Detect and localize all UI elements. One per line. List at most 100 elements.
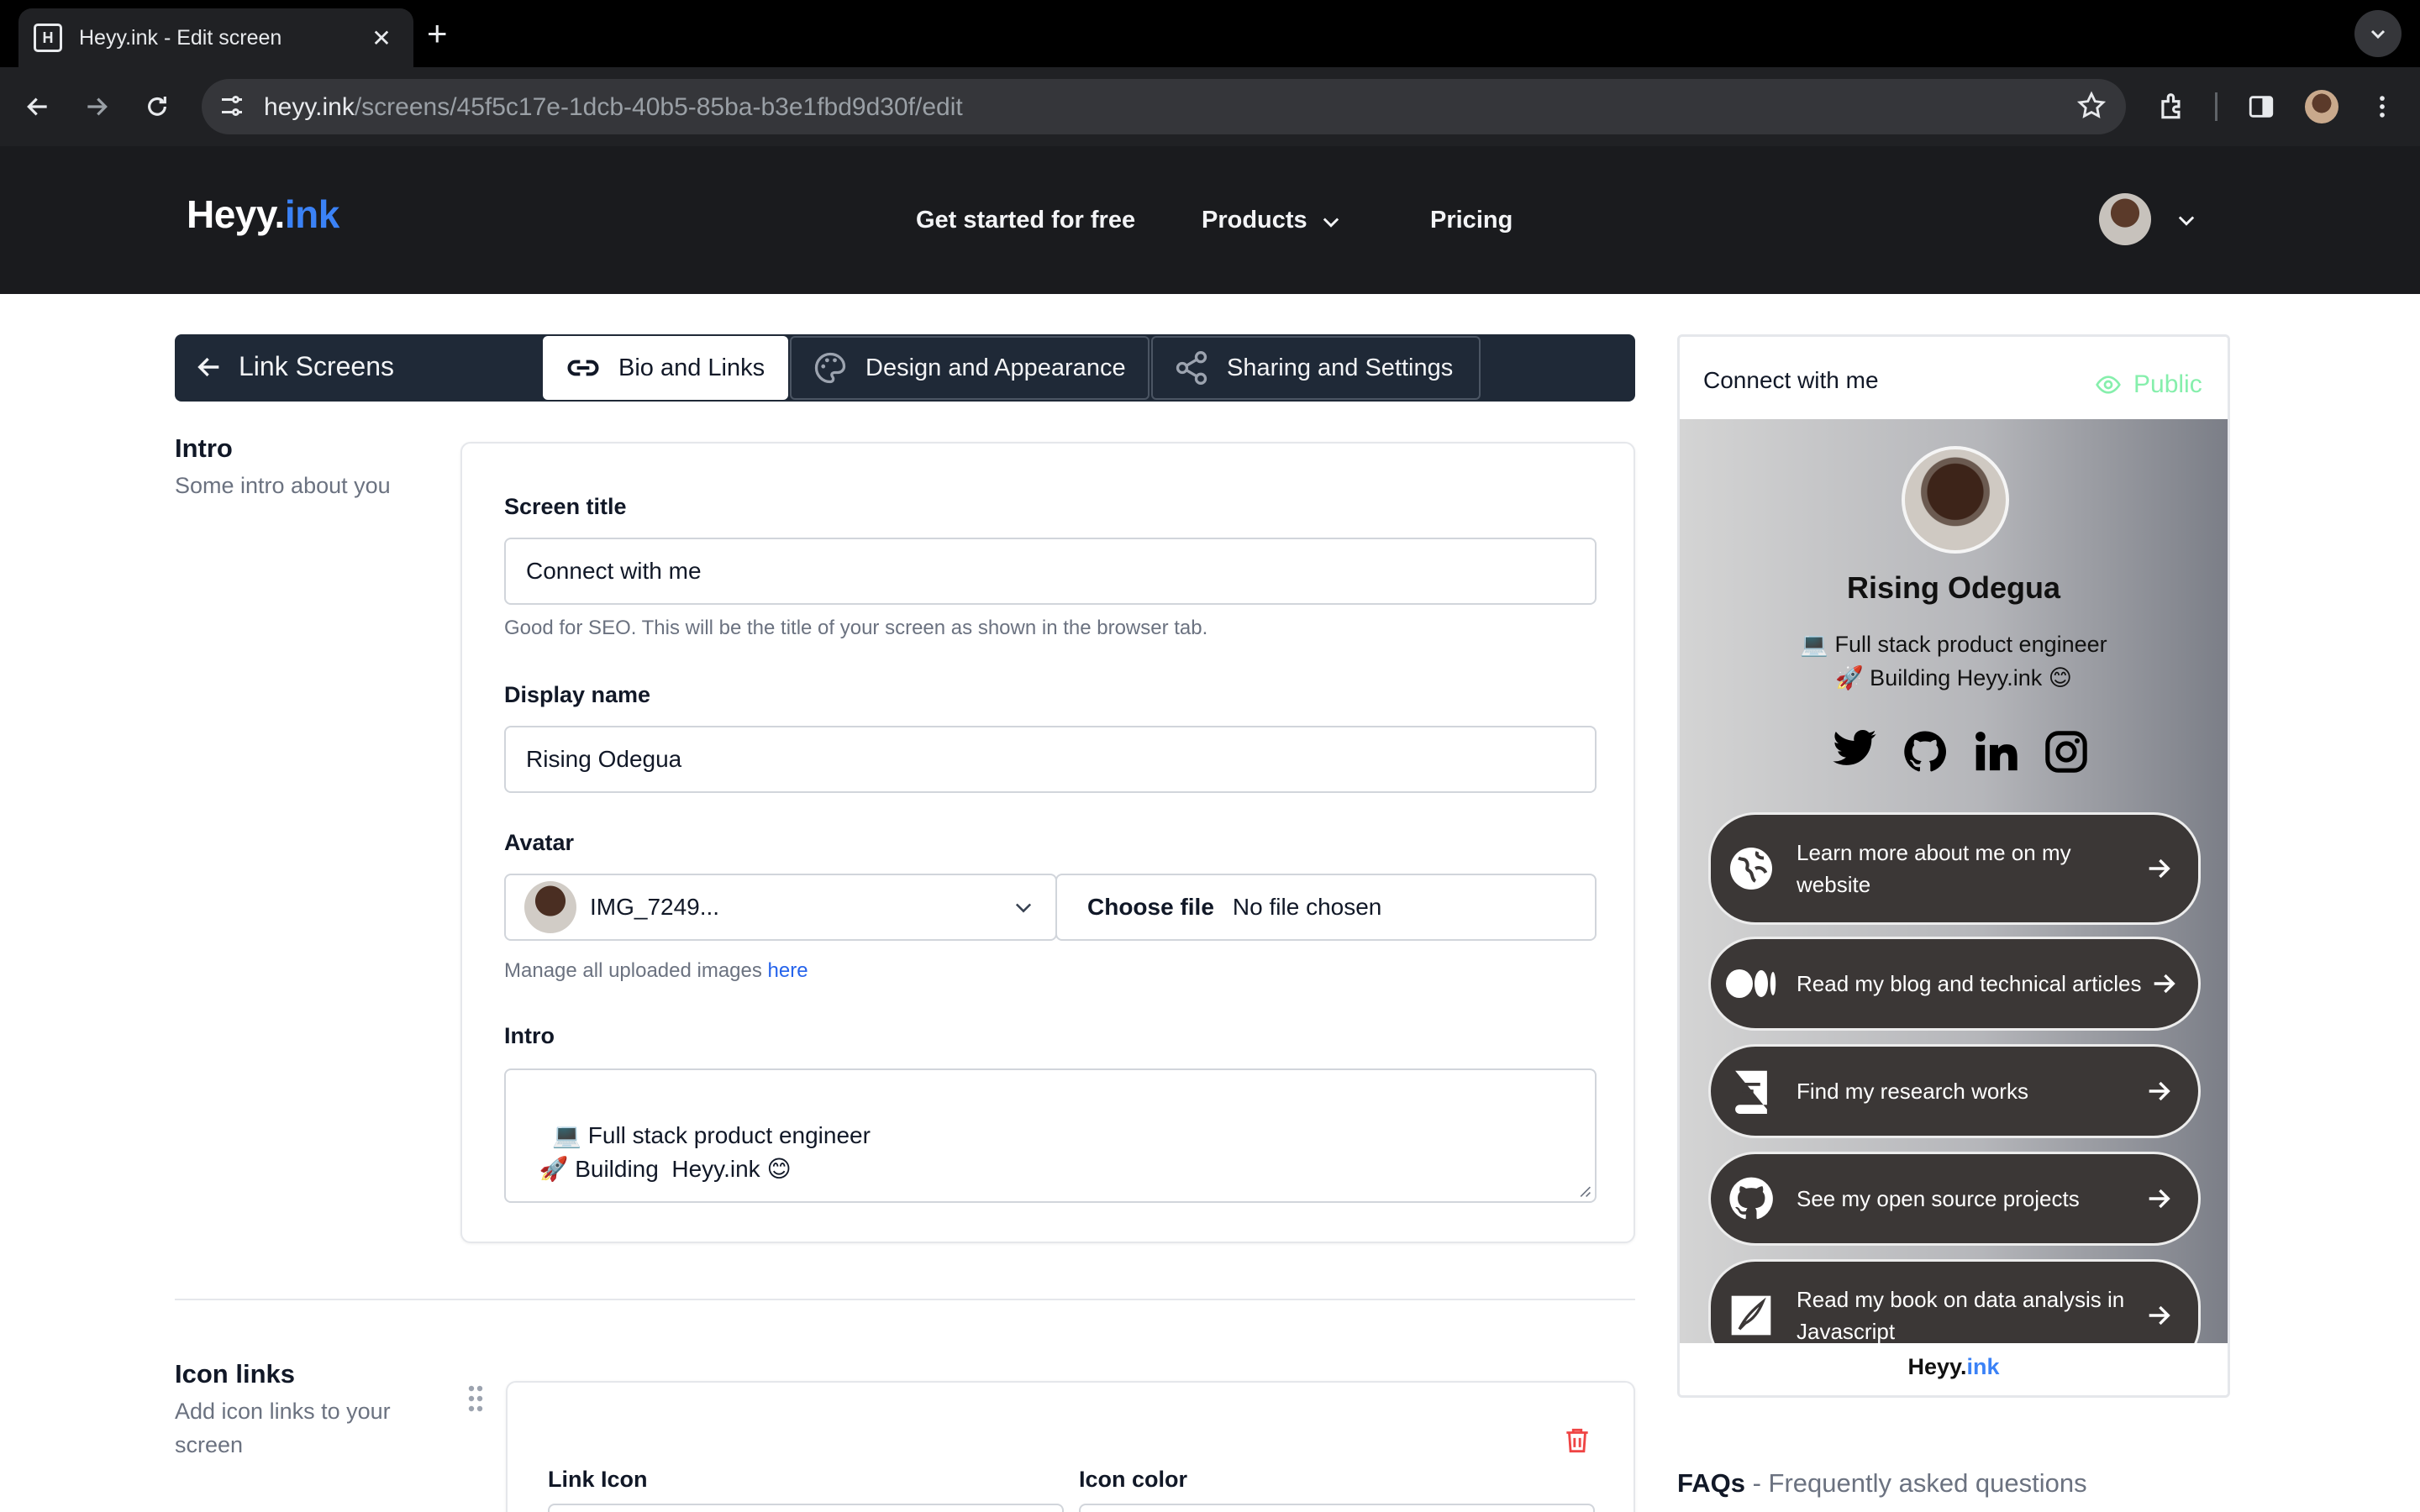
preview-phone-screen: Rising Odegua 💻 Full stack product engin… — [1680, 419, 2228, 1343]
arrow-right-icon — [2149, 1305, 2170, 1326]
avatar-selected-value: IMG_7249... — [590, 894, 720, 920]
github-icon — [1724, 1172, 1778, 1226]
avatar-file-input[interactable]: Choose file No file chosen — [1055, 874, 1597, 941]
favicon-icon: H — [34, 24, 62, 52]
address-bar[interactable]: heyy.ink/screens/45f5c17e-1dcb-40b5-85ba… — [202, 79, 2126, 134]
chevron-down-icon — [1015, 903, 1032, 913]
screen-title-help: Good for SEO. This will be the title of … — [504, 617, 1208, 639]
instagram-icon[interactable] — [2031, 728, 2102, 775]
link-icon-label: Link Icon — [548, 1467, 648, 1492]
browser-tab[interactable]: H Heyy.ink - Edit screen ✕ — [18, 8, 413, 67]
screen-title-label: Screen title — [504, 494, 627, 519]
nav-products[interactable]: Products — [1202, 207, 1307, 234]
display-name-input[interactable]: Rising Odegua — [504, 726, 1597, 793]
twitter-icon[interactable] — [1819, 728, 1890, 775]
delete-trash-icon[interactable] — [1561, 1423, 1593, 1458]
arrow-right-icon — [2149, 858, 2170, 879]
manage-images-link[interactable]: here — [768, 959, 808, 982]
forward-button[interactable] — [74, 84, 119, 129]
drag-handle-icon[interactable] — [467, 1384, 484, 1413]
intro-label: Intro — [504, 1023, 555, 1048]
reload-icon — [148, 97, 166, 116]
products-chevron-down-icon[interactable] — [1319, 210, 1343, 234]
preview-header: Connect with me Public — [1680, 337, 2228, 419]
faq-heading: FAQs - Frequently asked questions — [1677, 1468, 2087, 1498]
link-icon-select[interactable] — [548, 1504, 1064, 1512]
icon-color-label: Icon color — [1079, 1467, 1188, 1492]
intro-section-subtitle: Some intro about you — [175, 473, 391, 498]
preview-avatar — [1902, 446, 2009, 554]
icon-links-section-title: Icon links — [175, 1359, 295, 1389]
browser-menu-icon[interactable] — [2360, 84, 2405, 129]
share-icon — [1176, 351, 1207, 385]
intro-form-card: Screen title Connect with me Good for SE… — [460, 442, 1635, 1243]
arrow-right-icon — [2154, 974, 2176, 994]
arrow-left-icon — [27, 97, 47, 116]
preview-footer-logo[interactable]: Heyy.ink — [1907, 1354, 1999, 1379]
tab-design-and-appearance[interactable]: Design and Appearance — [790, 336, 1150, 400]
reload-button[interactable] — [134, 84, 180, 129]
globe-icon — [1724, 842, 1778, 895]
github-icon[interactable] — [1890, 728, 1960, 775]
back-button[interactable] — [15, 84, 60, 129]
close-tab-icon[interactable]: ✕ — [365, 24, 398, 52]
chevron-down-icon — [2370, 29, 2386, 39]
profile-avatar[interactable] — [2299, 84, 2344, 129]
tab-bio-and-links[interactable]: Bio and Links — [543, 336, 788, 400]
preview-bio: 💻 Full stack product engineer 🚀 Building… — [1800, 632, 2107, 690]
preview-link-book[interactable]: Read my book on data analysis in Javascr… — [1708, 1259, 2201, 1343]
resize-handle-icon[interactable] — [1578, 1184, 1591, 1198]
preview-link-website[interactable]: Learn more about me on my website — [1708, 812, 2201, 925]
side-panel-icon[interactable] — [2238, 84, 2284, 129]
browser-tab-strip: H Heyy.ink - Edit screen ✕ + — [0, 0, 2420, 67]
preview-social-icons — [1819, 728, 2102, 775]
browser-tab-title: Heyy.ink - Edit screen — [79, 25, 282, 50]
section-divider — [175, 1299, 1635, 1300]
arrow-right-icon — [2149, 1081, 2170, 1101]
site-logo[interactable]: Heyy.ink — [187, 192, 339, 237]
toolbar-divider — [2215, 92, 2217, 121]
intro-section-title: Intro — [175, 433, 233, 463]
linkedin-icon[interactable] — [1960, 728, 2031, 775]
browser-toolbar: heyy.ink/screens/45f5c17e-1dcb-40b5-85ba… — [0, 67, 2420, 146]
tab-search-button[interactable] — [2354, 10, 2402, 57]
user-menu-chevron-down-icon[interactable] — [2175, 208, 2198, 232]
tab-sharing-and-settings[interactable]: Sharing and Settings — [1151, 336, 1481, 400]
manage-images-help: Manage all uploaded images here — [504, 959, 808, 982]
preview-link-open-source[interactable]: See my open source projects — [1708, 1152, 2201, 1246]
medium-icon — [1724, 957, 1778, 1011]
nav-get-started[interactable]: Get started for free — [916, 207, 1135, 234]
avatar-label: Avatar — [504, 830, 575, 855]
user-avatar[interactable] — [2099, 193, 2151, 245]
avatar-select[interactable]: IMG_7249... — [504, 874, 1057, 941]
extensions-icon[interactable] — [2149, 84, 2195, 129]
bookmark-star-icon[interactable] — [2075, 90, 2107, 122]
choose-file-button[interactable]: Choose file — [1087, 894, 1214, 921]
preview-link-blog[interactable]: Read my blog and technical articles — [1708, 937, 2201, 1031]
icon-color-input[interactable] — [1079, 1504, 1595, 1512]
back-to-link-screens[interactable]: Link Screens — [195, 351, 394, 382]
live-preview-panel: Connect with me Public Rising Odegua 💻 F… — [1677, 334, 2230, 1398]
display-name-label: Display name — [504, 682, 651, 707]
link-icon — [567, 360, 599, 376]
palette-icon — [814, 352, 846, 384]
url-text: heyy.ink/screens/45f5c17e-1dcb-40b5-85ba… — [264, 93, 963, 121]
book-icon — [1724, 1064, 1778, 1118]
visibility-status[interactable]: Public — [2095, 370, 2202, 399]
nav-pricing[interactable]: Pricing — [1430, 207, 1512, 234]
icon-link-card: Link Icon Icon color — [506, 1381, 1635, 1512]
arrow-right-icon — [87, 97, 108, 116]
eye-icon — [2096, 375, 2121, 394]
site-info-icon[interactable] — [217, 91, 247, 121]
quill-icon — [1724, 1289, 1778, 1342]
new-tab-button[interactable]: + — [427, 15, 448, 52]
arrow-right-icon — [2149, 1189, 2170, 1209]
preview-link-research[interactable]: Find my research works — [1708, 1044, 2201, 1138]
screen-title-input[interactable]: Connect with me — [504, 538, 1597, 605]
site-header: Heyy.ink Get started for free Products P… — [0, 146, 2420, 294]
icon-links-section-subtitle: Add icon links to your screen — [175, 1399, 391, 1457]
no-file-text: No file chosen — [1232, 894, 1382, 920]
intro-textarea[interactable]: 💻 Full stack product engineer 🚀 Building… — [504, 1068, 1597, 1203]
preview-footer: Heyy.ink — [1680, 1343, 2228, 1395]
avatar-thumbnail — [524, 881, 576, 933]
